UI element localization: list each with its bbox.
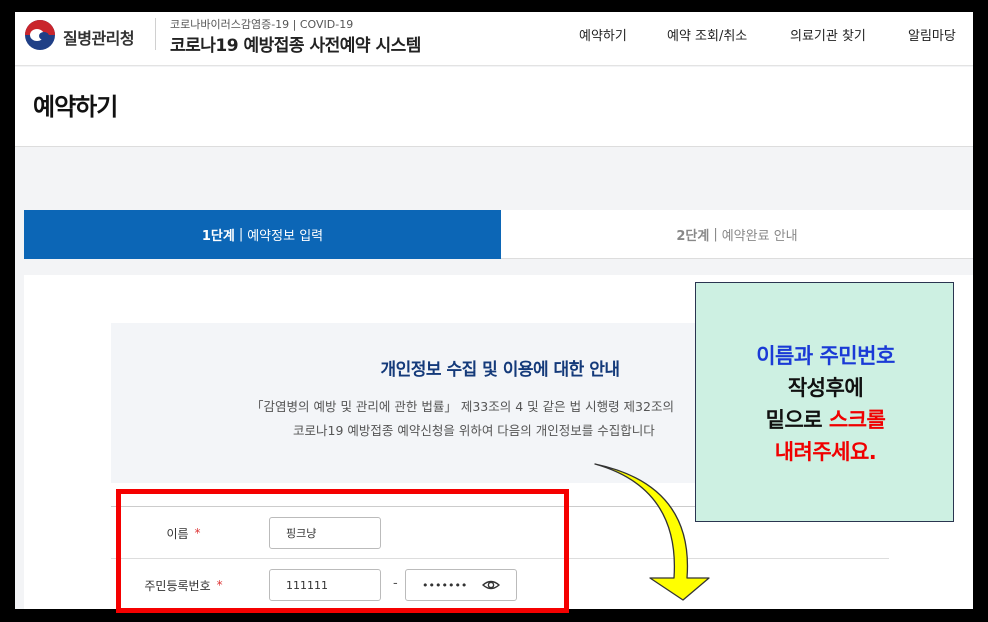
step-2-separator: | [713,226,718,242]
site-subtitle: 코로나바이러스감염증-19 | COVID-19 [170,18,354,31]
callout-line-2: 작성후에 [787,376,864,400]
annotation-red-box [116,489,569,613]
nav-find-clinic[interactable]: 의료기관 찾기 [790,25,866,44]
step-2-number: 2단계 [676,228,710,244]
site-title[interactable]: 코로나19 예방접종 사전예약 시스템 [170,31,421,56]
step-1-tab: 1단계 | 예약정보 입력 [24,210,501,259]
callout-line-3a: 밑으로 [765,408,829,432]
page-title: 예약하기 [33,93,118,121]
step-1-number: 1단계 [201,229,235,244]
government-logo-icon[interactable] [25,20,55,50]
nav-lookup-cancel[interactable]: 예약 조회/취소 [667,25,747,44]
step-1-separator: | [238,227,244,242]
header-divider [155,18,156,50]
instruction-callout: 이름과 주민번호 작성후에 밑으로 스크롤 내려주세요. [695,282,954,522]
step-1-label: 예약정보 입력 [247,229,324,244]
callout-line-3b: 스크롤 [828,408,886,432]
nav-notice-board[interactable]: 알림마당 [908,25,956,44]
page-title-band: 예약하기 [15,67,973,147]
step-2-label: 예약완료 안내 [721,228,798,244]
nav-reservation[interactable]: 예약하기 [579,25,627,44]
callout-line-1: 이름과 주민번호 [756,344,895,368]
logo-text[interactable]: 질병관리청 [63,25,135,49]
step-2-tab: 2단계 | 예약완료 안내 [501,210,973,259]
notice-text-line-1: 「감염병의 예방 및 관리에 관한 법률」 제33조의 4 및 같은 법 시행령… [251,399,674,414]
callout-line-3: 밑으로 스크롤 [696,404,955,434]
site-header: 질병관리청 코로나바이러스감염증-19 | COVID-19 코로나19 예방접… [15,12,973,66]
callout-line-4: 내려주세요. [774,440,877,464]
notice-text-line-2: 코로나19 예방접종 예약신청을 위하여 다음의 개인정보를 수집합니다 [293,423,655,438]
